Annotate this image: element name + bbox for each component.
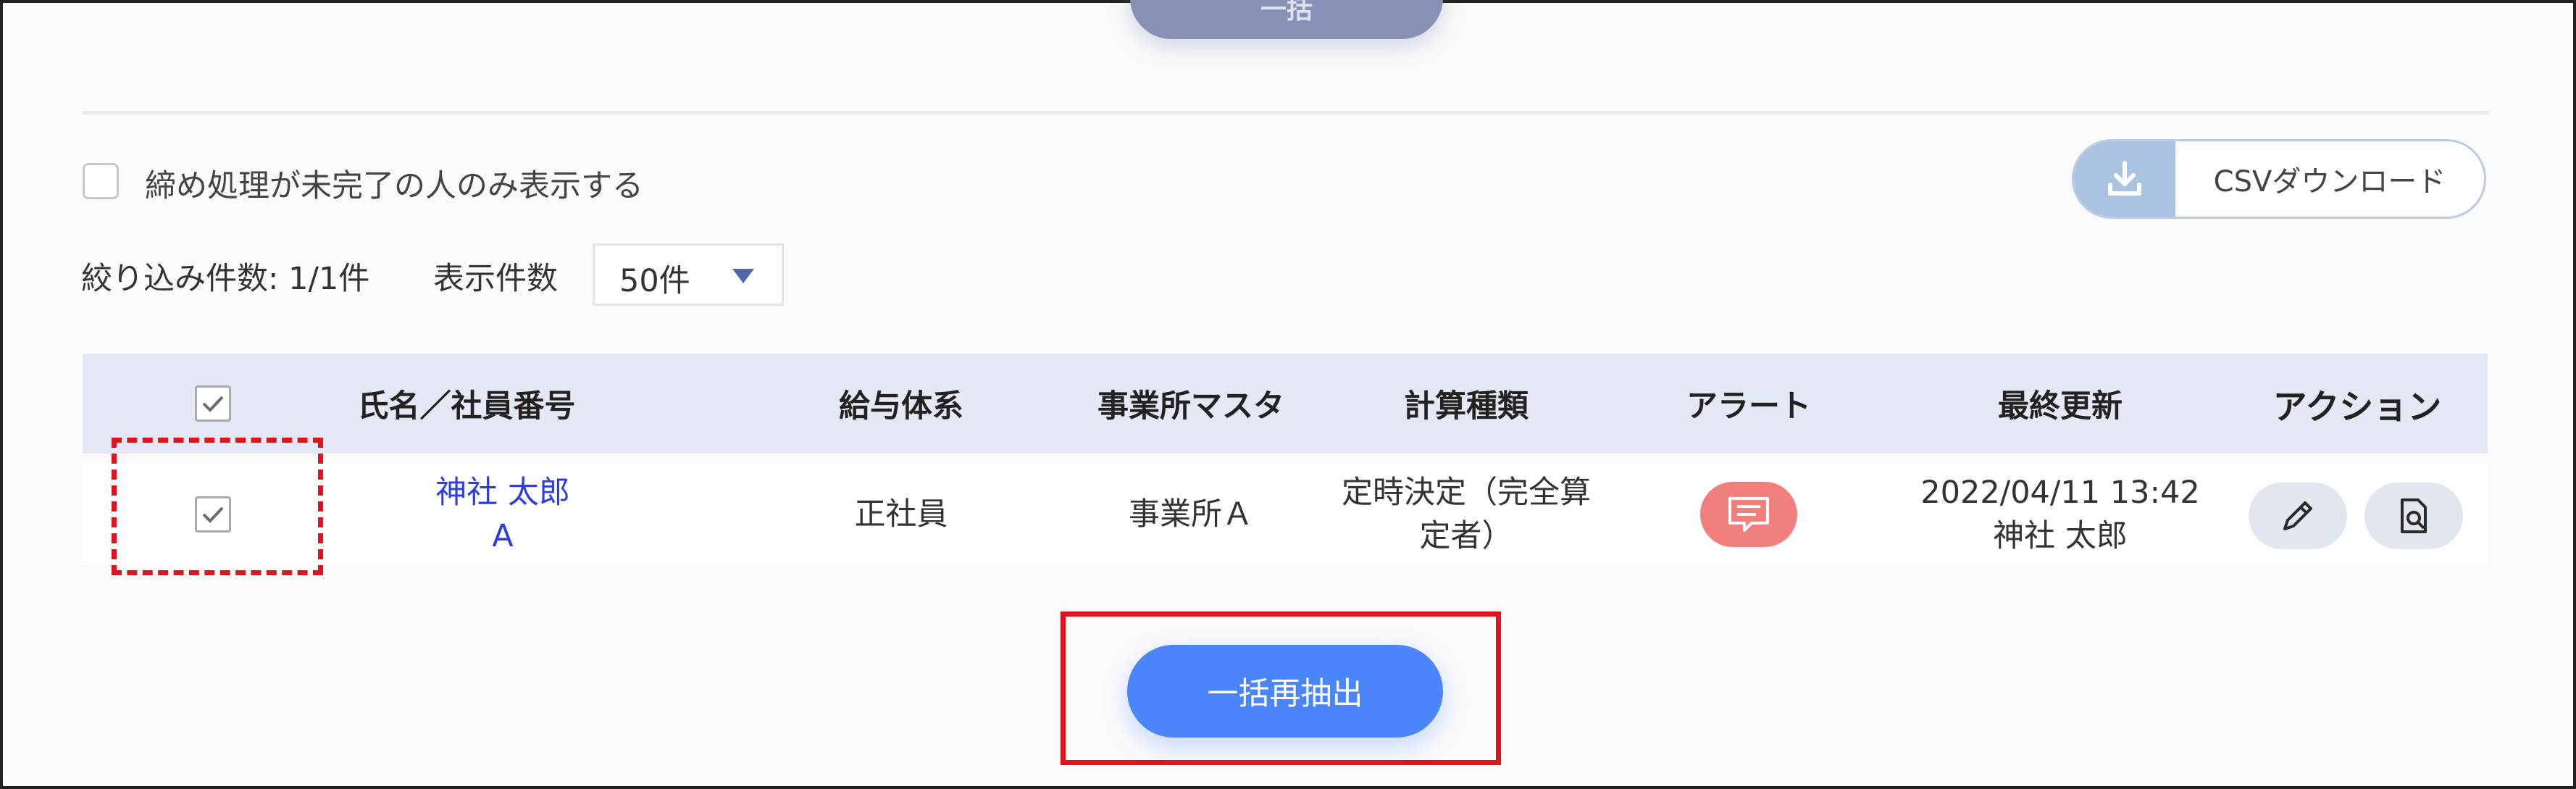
header-last-updated[interactable]: 最終更新 [1915, 354, 2205, 454]
header-alert[interactable]: アラート [1640, 354, 1857, 454]
pencil-icon [2283, 501, 2312, 530]
header-pay-system[interactable]: 給与体系 [800, 354, 1003, 454]
divider [83, 111, 2489, 114]
filter-count: 絞り込み件数: 1/1件 [81, 261, 370, 297]
annotation-dashed-highlight [112, 438, 323, 575]
employee-name-link[interactable]: 神社 太郎 [435, 471, 570, 514]
caret-down-icon [731, 267, 756, 288]
document-search-icon [2401, 498, 2427, 533]
per-page-select[interactable]: 50件 [593, 243, 784, 306]
alert-cell [1640, 464, 1857, 565]
office-cell: 事業所Ａ [1129, 496, 1253, 533]
csv-download-button[interactable]: CSVダウンロード [2072, 139, 2486, 219]
header-calc-type[interactable]: 計算種類 [1343, 354, 1589, 454]
top-button-label: 一括 [1260, 0, 1313, 25]
calc-type-line2: 定者） [1419, 518, 1513, 554]
last-updated-cell: 2022/04/11 13:42 神社 太郎 [1879, 464, 2241, 565]
edit-button[interactable] [2249, 483, 2347, 549]
per-page-value: 50件 [619, 263, 690, 299]
incomplete-only-checkbox[interactable] [83, 163, 119, 199]
detail-button[interactable] [2364, 483, 2463, 549]
header-action: アクション [2272, 387, 2442, 427]
table-row: 神社 太郎 A 正社員 事業所Ａ 定時決定（完全算 定者） 2022/04/11… [83, 464, 2488, 565]
select-all-checkbox[interactable] [195, 385, 231, 422]
action-cell [2227, 464, 2488, 565]
check-icon [202, 396, 224, 412]
header-name[interactable]: 氏名／社員番号 [322, 354, 611, 454]
employee-number[interactable]: A [492, 514, 513, 558]
bulk-reextract-button[interactable]: 一括再抽出 [1127, 645, 1443, 738]
table-header: 氏名／社員番号 給与体系 事業所マスタ 計算種類 アラート 最終更新 アクション [83, 354, 2488, 454]
download-icon [2074, 141, 2175, 217]
header-office[interactable]: 事業所マスタ [1061, 354, 1321, 454]
alert-button[interactable] [1700, 482, 1797, 547]
message-icon [1728, 497, 1769, 532]
pay-system-cell: 正社員 [854, 496, 948, 533]
per-page-label: 表示件数 [433, 261, 558, 297]
incomplete-only-label: 締め処理が未完了の人のみ表示する [145, 168, 643, 204]
last-updated-date: 2022/04/11 13:42 [1920, 475, 2200, 511]
calc-type-line1: 定時決定（完全算 [1342, 475, 1591, 511]
top-button-cutoff[interactable]: 一括 [1130, 0, 1443, 39]
employee-name-cell: 神社 太郎 A [394, 464, 611, 565]
calc-type-cell: 定時決定（完全算 定者） [1307, 464, 1626, 565]
csv-download-label: CSVダウンロード [2213, 165, 2446, 199]
last-updated-by: 神社 太郎 [1993, 518, 2128, 554]
